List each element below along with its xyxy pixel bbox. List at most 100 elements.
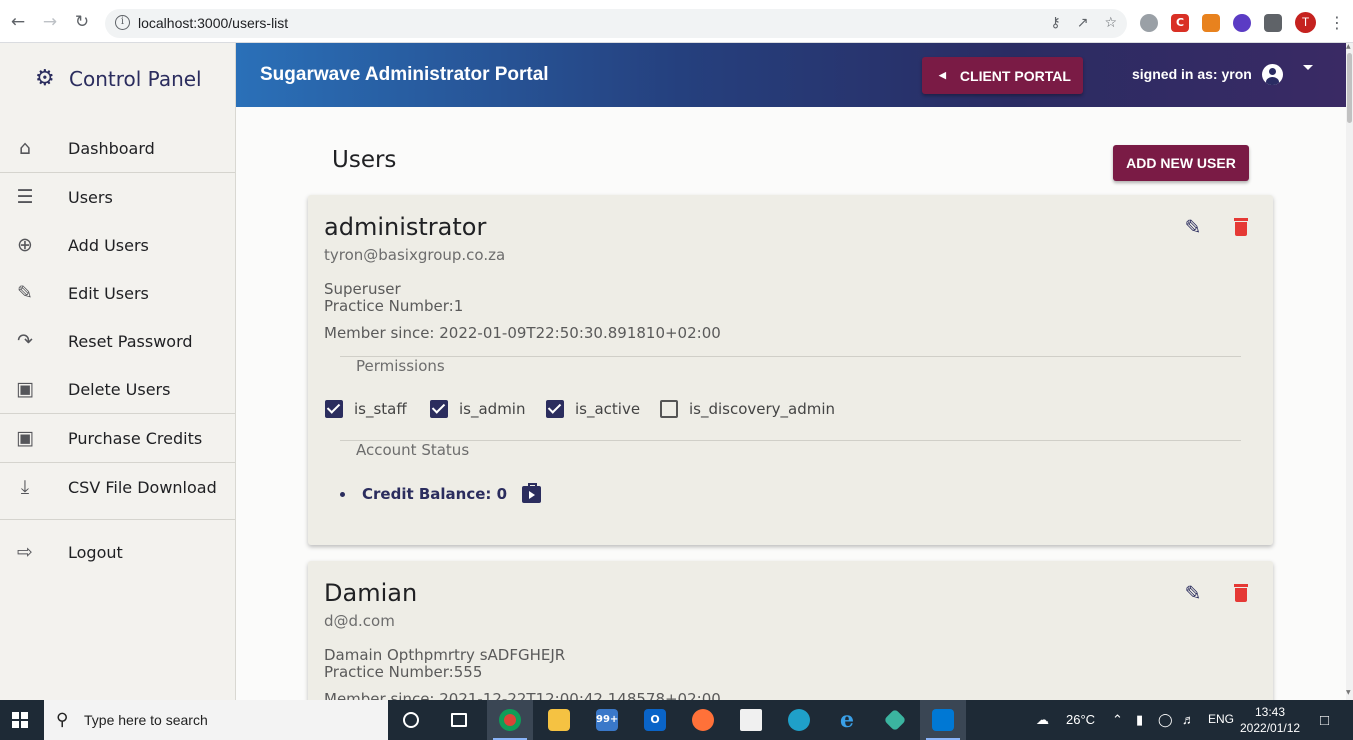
list-icon: ☰ [16, 186, 34, 208]
browser-toolbar: ← → ↻ i localhost:3000/users-list ⚷ ↗ ☆ … [0, 0, 1353, 43]
extension-circle-icon[interactable] [1233, 13, 1251, 32]
edge-icon[interactable] [776, 700, 822, 740]
language-indicator[interactable]: ENG [1208, 712, 1234, 726]
share-icon[interactable]: ↗ [1077, 15, 1089, 31]
delete-user-trash-icon[interactable] [1232, 216, 1250, 238]
volume-icon[interactable]: ♬ [1182, 712, 1195, 727]
scroll-up-icon[interactable]: ▲ [1346, 43, 1351, 50]
sidebar-item-csv-download[interactable]: ⤓ CSV File Download [0, 463, 235, 511]
page-scrollbar[interactable]: ▲ ▼ [1346, 43, 1353, 700]
mail-badge: 99+ [596, 709, 618, 731]
user-role: Superuser [324, 280, 401, 298]
git-kraken-icon[interactable] [872, 700, 918, 740]
sidebar-item-label: Purchase Credits [68, 428, 203, 448]
outlook-icon[interactable]: O [632, 700, 678, 740]
profile-avatar[interactable]: T [1295, 12, 1316, 33]
checkbox-checked-icon[interactable] [325, 400, 343, 418]
sidebar-item-users[interactable]: ☰ Users [0, 173, 235, 221]
purchase-credits-shop-icon[interactable] [522, 482, 542, 503]
add-circle-icon: ⊕ [17, 234, 33, 256]
checkbox-checked-icon[interactable] [546, 400, 564, 418]
permission-is-active[interactable]: is_active [546, 400, 640, 418]
cortana-icon[interactable] [388, 700, 434, 740]
member-since: Member since: 2021-12-22T12:00:42.148578… [324, 690, 721, 700]
taskbar-search-box[interactable]: ⚲ Type here to search [44, 700, 388, 740]
practice-number: Practice Number:555 [324, 663, 483, 681]
reload-icon[interactable]: ↻ [72, 12, 92, 32]
tray-chevron-up-icon[interactable]: ⌃ [1112, 712, 1123, 728]
back-arrow-icon[interactable]: ← [8, 12, 28, 32]
address-bar[interactable]: i localhost:3000/users-list ⚷ ↗ ☆ [105, 9, 1127, 38]
bullet [340, 491, 345, 497]
windows-start-icon[interactable] [12, 712, 28, 728]
chevron-down-icon[interactable] [1303, 65, 1313, 70]
weather-cloud-icon[interactable]: ☁ [1036, 712, 1049, 728]
client-portal-button[interactable]: ◀ CLIENT PORTAL [922, 57, 1083, 94]
sidebar-item-dashboard[interactable]: ⌂ Dashboard [0, 124, 235, 172]
extension-c-icon[interactable]: C [1171, 13, 1189, 32]
sidebar-item-add-users[interactable]: ⊕ Add Users [0, 221, 235, 269]
vscode-icon[interactable] [920, 700, 966, 740]
user-email: d@d.com [324, 612, 395, 630]
permission-label: is_active [575, 400, 641, 418]
divider [0, 519, 235, 520]
scroll-thumb[interactable] [1347, 53, 1352, 123]
sidebar-item-label: Edit Users [68, 283, 149, 303]
signed-in-text: signed in as: yron [1132, 66, 1252, 82]
portal-title: Sugarwave Administrator Portal [260, 64, 549, 85]
permission-label: is_admin [459, 400, 526, 418]
key-icon[interactable]: ⚷ [1050, 15, 1060, 31]
notification-icon[interactable]: □ [1320, 712, 1329, 729]
divider [340, 440, 1241, 441]
sidebar-item-reset-password[interactable]: ↷ Reset Password [0, 317, 235, 365]
search-icon: ⚲ [56, 710, 69, 730]
permission-is-staff[interactable]: is_staff [325, 400, 407, 418]
sidebar-item-logout[interactable]: ⇨ Logout [0, 528, 235, 576]
permission-is-admin[interactable]: is_admin [430, 400, 525, 418]
sidebar-title-text: Control Panel [69, 67, 202, 91]
user-name: administrator [324, 213, 487, 241]
page-title: Users [332, 147, 397, 173]
internet-explorer-icon[interactable]: e [824, 700, 870, 740]
chrome-taskbar-icon[interactable] [487, 700, 533, 740]
add-new-user-button[interactable]: ADD NEW USER [1113, 145, 1249, 181]
account-circle-icon[interactable] [1262, 64, 1283, 85]
divider [340, 356, 1241, 357]
sidebar-item-edit-users[interactable]: ✎ Edit Users [0, 269, 235, 317]
checkbox-checked-icon[interactable] [430, 400, 448, 418]
store-icon[interactable] [728, 700, 774, 740]
app-header: Sugarwave Administrator Portal ◀ CLIENT … [236, 43, 1346, 107]
taskbar-clock[interactable]: 13:43 2022/01/12 [1240, 704, 1300, 736]
home-icon: ⌂ [18, 137, 32, 159]
sidebar-item-label: Logout [68, 542, 123, 562]
user-role: Damain Opthpmrtry sADFGHEJR [324, 646, 566, 664]
sidebar-item-purchase-credits[interactable]: ▣ Purchase Credits [0, 414, 235, 462]
checkbox-unchecked-icon[interactable] [660, 400, 678, 418]
delete-user-trash-icon[interactable] [1232, 582, 1250, 604]
task-view-icon[interactable] [436, 700, 482, 740]
star-icon[interactable]: ☆ [1104, 15, 1117, 31]
forward-arrow-icon[interactable]: → [40, 12, 60, 32]
permission-is-discovery-admin[interactable]: is_discovery_admin [660, 400, 835, 418]
puzzle-extensions-icon[interactable] [1264, 13, 1282, 32]
firefox-icon[interactable] [680, 700, 726, 740]
extension-globe-icon[interactable] [1140, 13, 1158, 32]
metamask-fox-icon[interactable] [1202, 13, 1220, 32]
account-status-heading: Account Status [356, 441, 470, 459]
address-url[interactable]: localhost:3000/users-list [138, 15, 288, 31]
edit-user-pencil-icon[interactable]: ✎ [1182, 216, 1204, 238]
more-menu-icon[interactable]: ⋮ [1329, 13, 1345, 32]
edit-user-pencil-icon[interactable]: ✎ [1182, 582, 1204, 604]
permissions-heading: Permissions [356, 357, 445, 375]
site-info-icon[interactable]: i [115, 15, 130, 30]
sidebar-item-delete-users[interactable]: ▣ Delete Users [0, 365, 235, 413]
network-globe-icon[interactable]: ◯ [1158, 712, 1173, 728]
os-taskbar: ⚲ Type here to search 99+ O e ☁ 26°C ⌃ ▮… [0, 700, 1353, 740]
mail-icon[interactable]: 99+ [584, 700, 630, 740]
user-name: Damian [324, 579, 418, 607]
battery-icon[interactable]: ▮ [1136, 712, 1143, 728]
permission-label: is_discovery_admin [689, 400, 836, 418]
scroll-down-icon[interactable]: ▼ [1346, 689, 1351, 696]
weather-temp[interactable]: 26°C [1066, 712, 1095, 727]
file-explorer-icon[interactable] [536, 700, 582, 740]
